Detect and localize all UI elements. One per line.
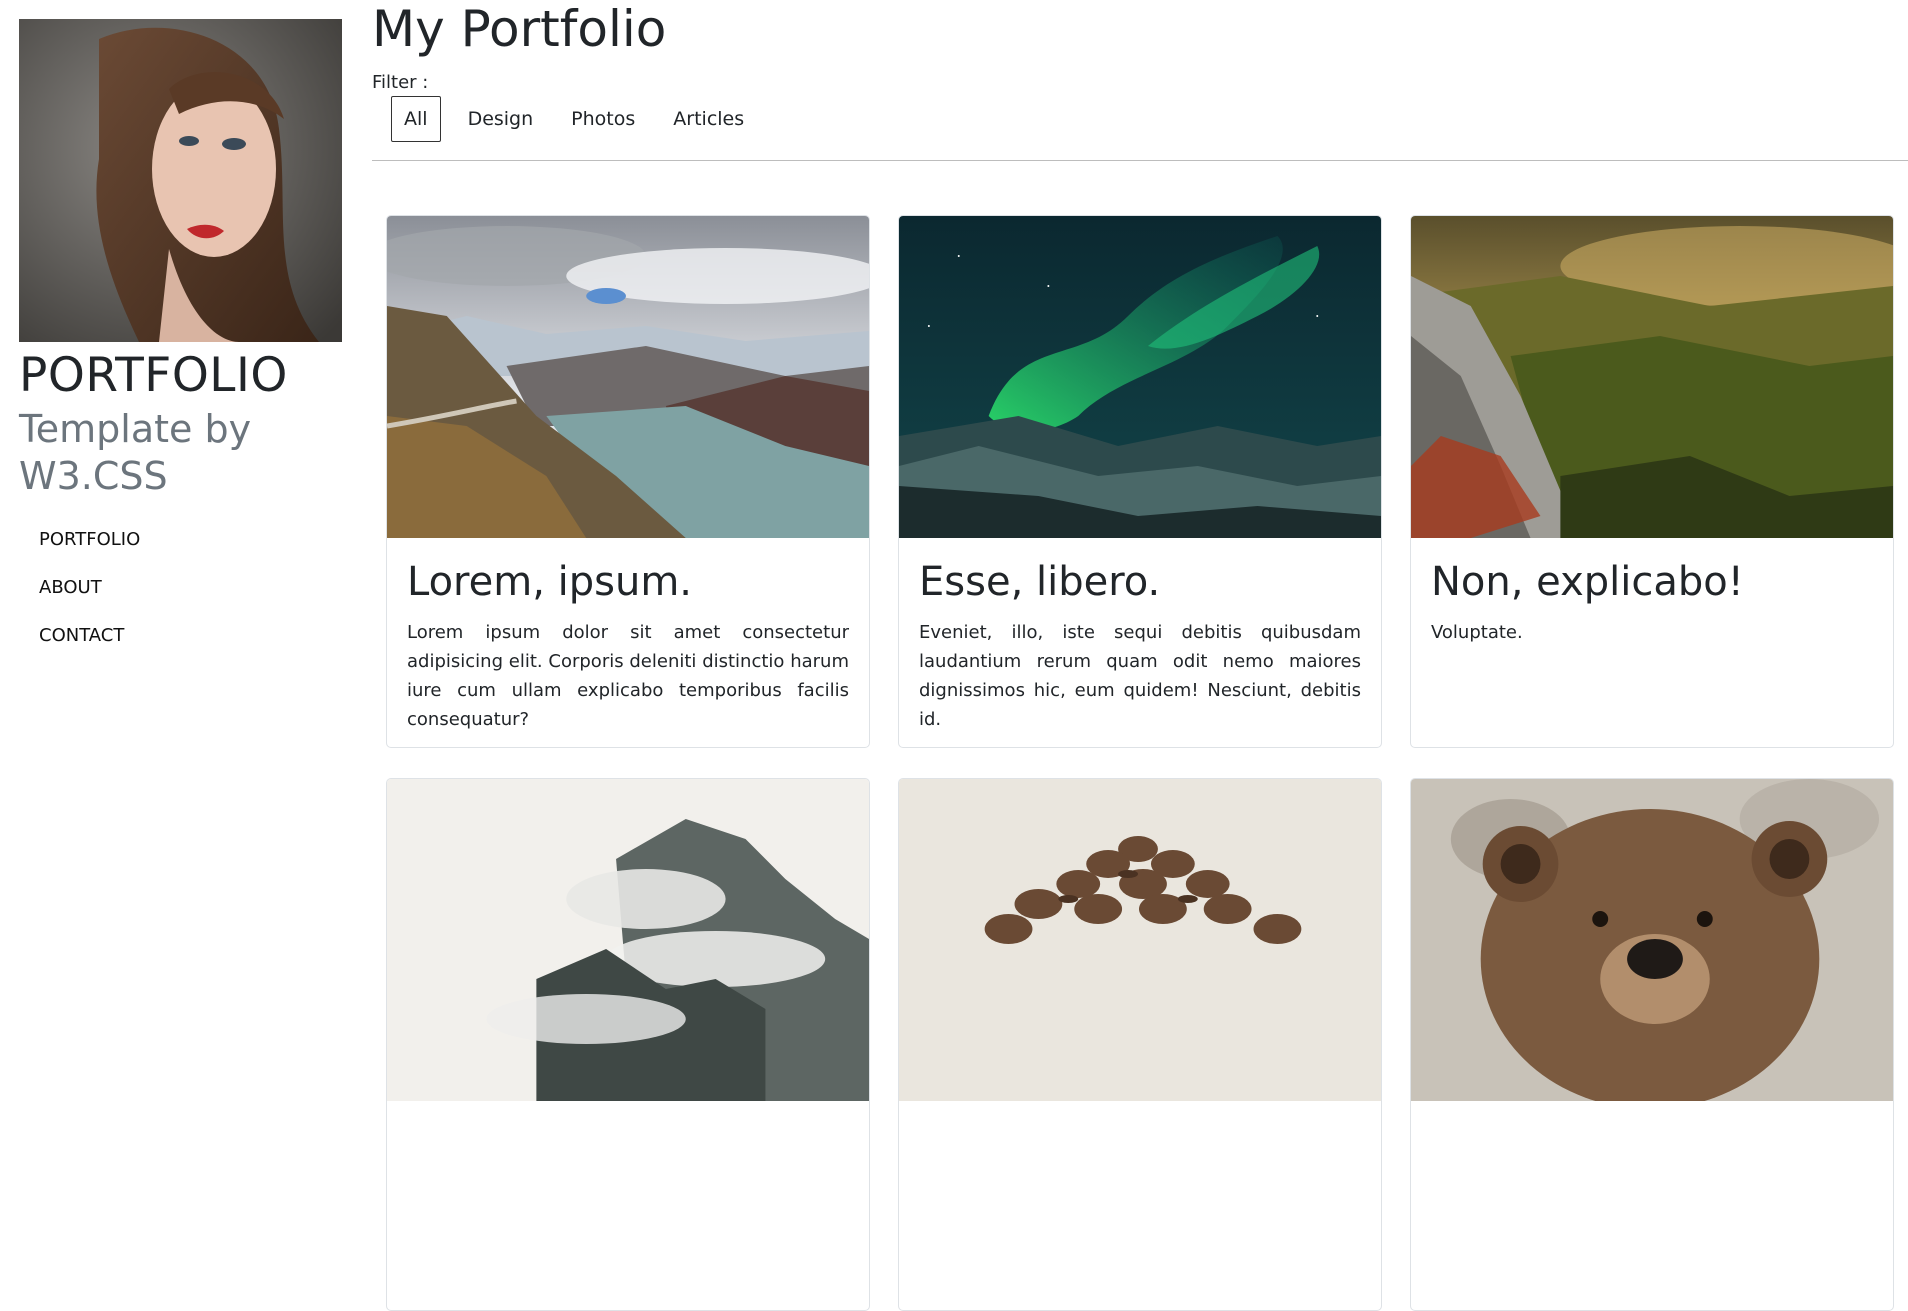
filter-articles-button[interactable]: Articles [654, 96, 763, 142]
card-title: Esse, libero. [919, 559, 1161, 605]
filter-all-button[interactable]: All [391, 96, 441, 142]
sidebar: PORTFOLIO Template by W3.CSS PORTFOLIO A… [0, 0, 360, 963]
card-text: Eveniet, illo, iste sequi debitis quibus… [919, 622, 1361, 730]
brand-title: PORTFOLIO [19, 348, 288, 403]
nav-item-about[interactable]: ABOUT [19, 564, 360, 612]
card-image-misty-mountain [387, 779, 869, 1101]
portfolio-card[interactable]: Lorem, ipsum. Lorem ipsum dolor sit amet… [386, 215, 870, 748]
card-title: Lorem, ipsum. [407, 559, 692, 605]
main-content: My Portfolio Filter : All Design Photos … [372, 0, 1908, 1311]
card-text: Lorem ipsum dolor sit amet consectetur a… [407, 622, 849, 730]
card-image-mountain-lake [387, 216, 869, 538]
card-title: Non, explicabo! [1431, 559, 1744, 605]
card-image-aurora [899, 216, 1381, 538]
sidebar-nav: PORTFOLIO ABOUT CONTACT [19, 516, 360, 660]
nav-item-portfolio[interactable]: PORTFOLIO [19, 516, 360, 564]
portfolio-card[interactable] [898, 778, 1382, 1311]
portfolio-card[interactable]: Non, explicabo! Voluptate. [1410, 215, 1894, 748]
card-image-coffee-beans [899, 779, 1381, 1101]
card-image-forest-valley [1411, 216, 1893, 538]
avatar [19, 19, 342, 342]
brand-tagline: Template by W3.CSS [19, 407, 252, 498]
divider [372, 160, 1908, 161]
filter-label: Filter : [372, 72, 429, 93]
portfolio-card[interactable]: Esse, libero. Eveniet, illo, iste sequi … [898, 215, 1382, 748]
page-title: My Portfolio [372, 0, 667, 58]
nav-item-contact[interactable]: CONTACT [19, 612, 360, 660]
card-text: Voluptate. [1431, 622, 1523, 643]
filter-bar: All Design Photos Articles [391, 96, 763, 142]
portfolio-card[interactable] [1410, 778, 1894, 1311]
card-image-brown-bear [1411, 779, 1893, 1101]
portfolio-grid: Lorem, ipsum. Lorem ipsum dolor sit amet… [386, 215, 1894, 1311]
filter-photos-button[interactable]: Photos [552, 96, 654, 142]
portfolio-card[interactable] [386, 778, 870, 1311]
filter-design-button[interactable]: Design [449, 96, 553, 142]
